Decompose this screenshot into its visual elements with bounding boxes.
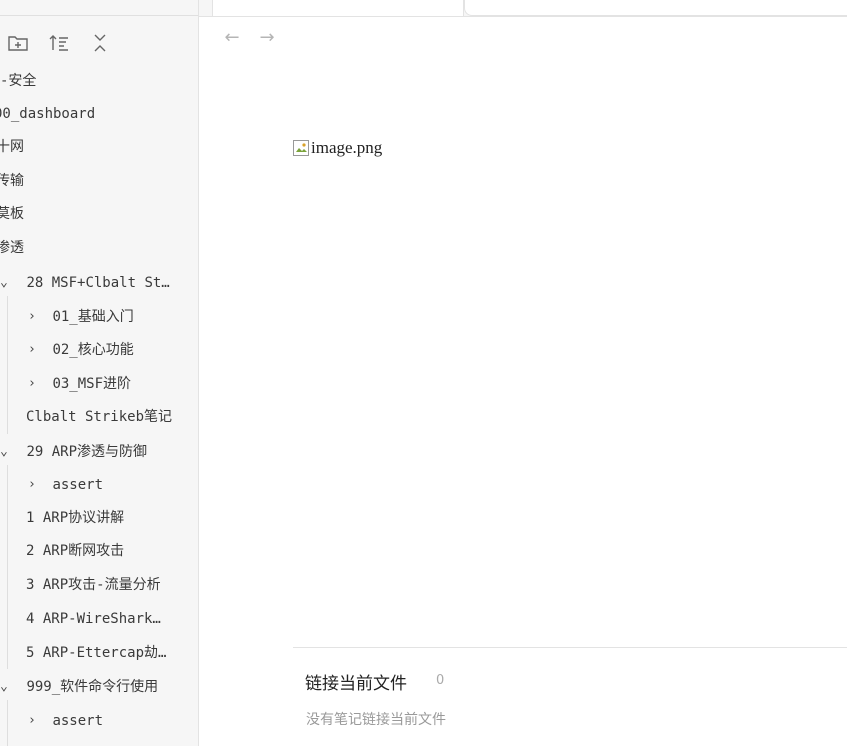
tree-file[interactable]: 3 ARP攻击-流量分析 — [26, 569, 161, 602]
explorer-toolbar — [6, 30, 112, 56]
new-folder-icon[interactable] — [6, 31, 30, 55]
tree-folder[interactable]: ⌄ 29 ARP渗透与防御 — [0, 435, 147, 468]
chevron-right-icon[interactable]: › — [28, 704, 40, 737]
backlinks-count: 0 — [436, 673, 445, 688]
tree-item[interactable]: 十网 — [0, 131, 24, 164]
tab-active[interactable] — [212, 0, 464, 16]
image-alt-text: image.png — [311, 138, 383, 157]
tree-item[interactable]: -安全 — [0, 65, 36, 98]
tree-item-label: 十网 — [0, 139, 24, 155]
arrow-left-icon[interactable]: ← — [221, 27, 243, 49]
tree-item-label: 03_MSF进阶 — [52, 375, 132, 392]
tree-guide-line — [7, 700, 8, 746]
tab-new[interactable] — [464, 0, 847, 16]
tree-item-label: 2 ARP断网攻击 — [26, 543, 125, 559]
tree-file[interactable]: 4 ARP-WireShark… — [26, 603, 161, 636]
file-explorer-sidebar: -安全 00_dashboard 十网 传输 莫板 渗透 ⌄ 28 MSF+Cl… — [0, 0, 199, 746]
tree-item-label: assert — [52, 712, 104, 729]
tree-file[interactable]: 2 ARP断网攻击 — [26, 535, 124, 568]
chevron-right-icon[interactable]: › — [28, 367, 40, 400]
chevron-right-icon[interactable]: › — [28, 300, 40, 333]
tree-folder[interactable]: ⌄ 999_软件命令行使用 — [0, 670, 158, 703]
collapse-all-icon[interactable] — [88, 31, 112, 55]
tree-item-label: 29 ARP渗透与防御 — [26, 443, 148, 460]
tree-item-label: Clbalt Strikeb笔记 — [26, 409, 173, 425]
chevron-right-icon[interactable]: › — [28, 468, 40, 501]
tree-folder[interactable]: › 02_核心功能 — [28, 333, 134, 366]
tree-item-label: 5 ARP-Ettercap劫… — [26, 645, 167, 661]
tree-item-label: 00_dashboard — [0, 106, 96, 122]
tree-file[interactable]: Clbalt Strikeb笔记 — [26, 401, 172, 434]
chevron-down-icon[interactable]: ⌄ — [0, 266, 12, 299]
tree-item-label: 01_基础入门 — [52, 308, 134, 325]
tree-item[interactable]: 莫板 — [0, 198, 24, 231]
tree-item-label: 999_软件命令行使用 — [26, 678, 159, 695]
tree-item-label: 传输 — [0, 173, 24, 189]
sort-icon[interactable] — [47, 31, 71, 55]
tree-item-label: assert — [52, 476, 104, 493]
tree-item-label: 4 ARP-WireShark… — [26, 611, 161, 627]
tree-item-label: 1 ARP协议讲解 — [26, 510, 125, 526]
tree-item-label: 渗透 — [0, 240, 24, 256]
tree-item-label: 莫板 — [0, 206, 24, 222]
chevron-right-icon[interactable]: › — [28, 333, 40, 366]
tree-guide-line — [7, 296, 8, 434]
tree-folder[interactable]: › 01_基础入门 — [28, 300, 134, 333]
broken-image-icon — [293, 140, 309, 156]
tree-item[interactable]: 传输 — [0, 165, 24, 198]
sidebar-divider — [0, 15, 198, 16]
tree-folder[interactable]: ⌄ 28 MSF+Clbalt St… — [0, 266, 195, 299]
broken-image: image.png — [293, 136, 382, 160]
tree-item-label: 02_核心功能 — [52, 341, 134, 358]
arrow-right-icon[interactable]: → — [256, 27, 278, 49]
chevron-down-icon[interactable]: ⌄ — [0, 670, 12, 703]
backlinks-divider — [293, 647, 847, 648]
backlinks-empty-message: 没有笔记链接当前文件 — [306, 712, 446, 728]
tree-item[interactable]: 00_dashboard — [0, 98, 95, 131]
tree-item-label: 3 ARP攻击-流量分析 — [26, 577, 161, 593]
tree-file[interactable]: 1 ARP协议讲解 — [26, 502, 124, 535]
backlinks-title: 链接当前文件 — [305, 674, 407, 694]
tree-item-label: -安全 — [0, 73, 37, 89]
tree-item-label: 28 MSF+Clbalt St… — [26, 274, 170, 291]
tree-folder[interactable]: › 03_MSF进阶 — [28, 367, 131, 400]
tree-folder[interactable]: › assert — [28, 704, 103, 737]
tree-item[interactable]: 渗透 — [0, 232, 24, 265]
chevron-down-icon[interactable]: ⌄ — [0, 435, 12, 468]
tree-file[interactable]: 5 ARP-Ettercap劫… — [26, 637, 166, 670]
tree-folder[interactable]: › assert — [28, 468, 103, 501]
tree-guide-line — [7, 465, 8, 669]
